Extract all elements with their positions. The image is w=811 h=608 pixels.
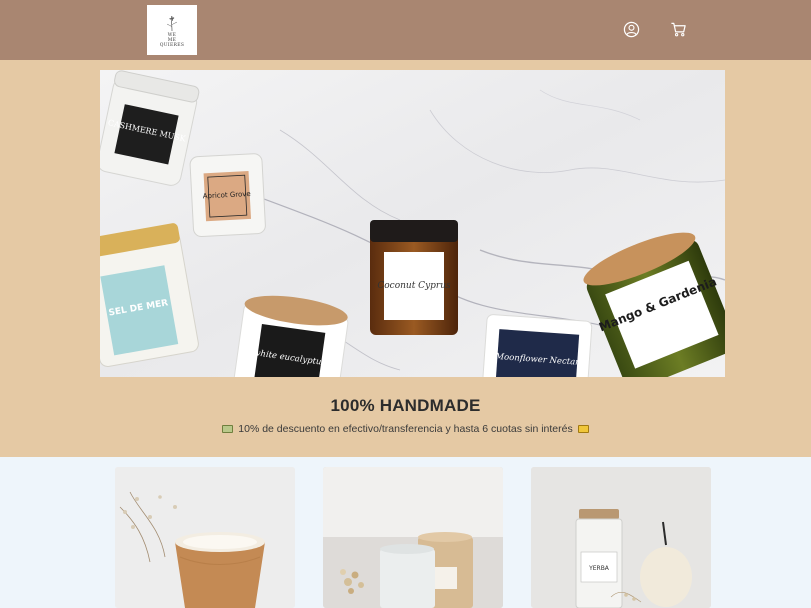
yerba-label: YERBA [588,565,610,572]
product-image-3: YERBA [531,467,711,608]
promo-banner: 10% de descuento en efectivo/transferenc… [0,423,811,435]
brand-logo[interactable]: WE ME QUIERES [147,5,197,55]
account-button[interactable] [622,20,640,38]
site-header: WE ME QUIERES [0,0,811,60]
credit-card-icon [577,425,589,433]
logo-text-3: QUIERES [159,42,185,48]
shopping-cart-icon [670,22,686,36]
product-card-2[interactable] [323,467,503,608]
product-card-3[interactable]: YERBA [531,467,711,608]
cash-icon [222,425,234,433]
hero-banner-image[interactable]: CASHMERE MUSK Apricot Grove SEL DE MER C… [100,70,725,377]
product-image-1 [115,467,295,608]
hero-headline: 100% HANDMADE [330,396,481,415]
promo-text: 10% de descuento en efectivo/transferenc… [238,423,573,435]
candles-illustration: CASHMERE MUSK Apricot Grove SEL DE MER C… [100,70,725,377]
label-coconut: Coconut Cyprus [377,281,451,291]
product-grid: YERBA [0,457,811,608]
flower-logo-icon [166,15,178,31]
product-image-2 [323,467,503,608]
hero-section: CASHMERE MUSK Apricot Grove SEL DE MER C… [0,60,811,457]
user-circle-icon [623,21,639,37]
cart-button[interactable] [669,20,687,38]
product-card-1[interactable] [115,467,295,608]
